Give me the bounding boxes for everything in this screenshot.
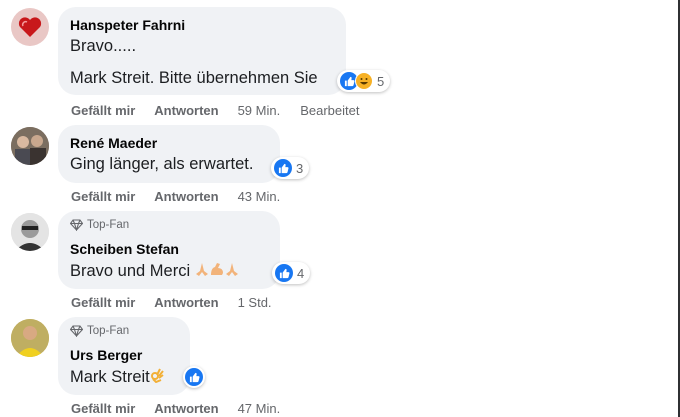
comment-actions: Gefällt mir Antworten 1 Std. [71, 295, 272, 310]
heart-avatar-icon [11, 8, 49, 46]
diamond-icon [70, 325, 83, 337]
profile-photo-icon [11, 213, 49, 251]
praying-hands-emoji-icon [195, 261, 209, 282]
timestamp[interactable]: 59 Min. [238, 103, 281, 118]
haha-icon [355, 72, 373, 90]
reaction-summary[interactable]: 5 [337, 70, 391, 92]
avatar[interactable] [11, 8, 49, 46]
comment-author[interactable]: René Maeder [70, 135, 157, 151]
badge-label: Top-Fan [87, 325, 130, 337]
comment-actions: Gefällt mir Antworten 47 Min. [71, 401, 280, 416]
like-icon [274, 159, 292, 177]
comment-actions: Gefällt mir Antworten 59 Min. Bearbeitet [71, 103, 359, 118]
comment-bubble: René Maeder Ging länger, als erwartet. [58, 125, 280, 183]
like-icon [275, 264, 293, 282]
ok-hand-emoji-icon [150, 367, 164, 388]
like-button[interactable]: Gefällt mir [71, 103, 135, 118]
praying-hands-emoji-icon [225, 261, 239, 282]
comment-author[interactable]: Scheiben Stefan [70, 241, 179, 257]
reaction-count: 4 [297, 265, 305, 281]
like-button[interactable]: Gefällt mir [71, 295, 135, 310]
reaction-count: 3 [296, 160, 304, 176]
top-fan-badge: Top-Fan [70, 219, 129, 231]
reaction-summary[interactable]: 3 [271, 157, 310, 179]
like-icon [185, 368, 203, 386]
timestamp[interactable]: 47 Min. [238, 401, 281, 416]
reaction-count: 5 [377, 73, 385, 89]
reply-button[interactable]: Antworten [154, 295, 218, 310]
like-button[interactable]: Gefällt mir [71, 401, 135, 416]
like-button[interactable]: Gefällt mir [71, 189, 135, 204]
comment-text: Mark Streit [70, 367, 164, 388]
profile-photo-icon [11, 319, 49, 357]
comment-text: Mark Streit. Bitte übernehmen Sie [70, 69, 318, 87]
comment-bubble: Top-Fan Scheiben Stefan Bravo und Merci [58, 211, 280, 289]
reply-button[interactable]: Antworten [154, 103, 218, 118]
comment-text-content: Bravo und Merci [70, 261, 191, 280]
comment-author[interactable]: Hanspeter Fahrni [70, 17, 185, 33]
comment-bubble: Hanspeter Fahrni Bravo..... Mark Streit.… [58, 7, 346, 95]
avatar[interactable] [11, 319, 49, 357]
avatar[interactable] [11, 213, 49, 251]
badge-label: Top-Fan [87, 219, 130, 231]
top-fan-badge: Top-Fan [70, 325, 129, 337]
timestamp[interactable]: 1 Std. [238, 295, 272, 310]
comment-author[interactable]: Urs Berger [70, 347, 142, 363]
comment-text: Bravo..... [70, 37, 137, 55]
reply-button[interactable]: Antworten [154, 401, 218, 416]
timestamp[interactable]: 43 Min. [238, 189, 281, 204]
comment-text-content: Mark Streit [70, 367, 150, 386]
comment-text: Bravo und Merci [70, 261, 239, 282]
comment-bubble: Top-Fan Urs Berger Mark Streit [58, 317, 190, 395]
reaction-summary[interactable]: 4 [272, 262, 311, 284]
profile-photo-icon [11, 127, 49, 165]
reaction-summary[interactable] [183, 366, 205, 388]
flexed-biceps-emoji-icon [209, 261, 225, 282]
edited-label: Bearbeitet [300, 103, 360, 118]
comment-actions: Gefällt mir Antworten 43 Min. [71, 189, 280, 204]
reply-button[interactable]: Antworten [154, 189, 218, 204]
avatar[interactable] [11, 127, 49, 165]
comment-text: Ging länger, als erwartet. [70, 155, 254, 173]
diamond-icon [70, 219, 83, 231]
